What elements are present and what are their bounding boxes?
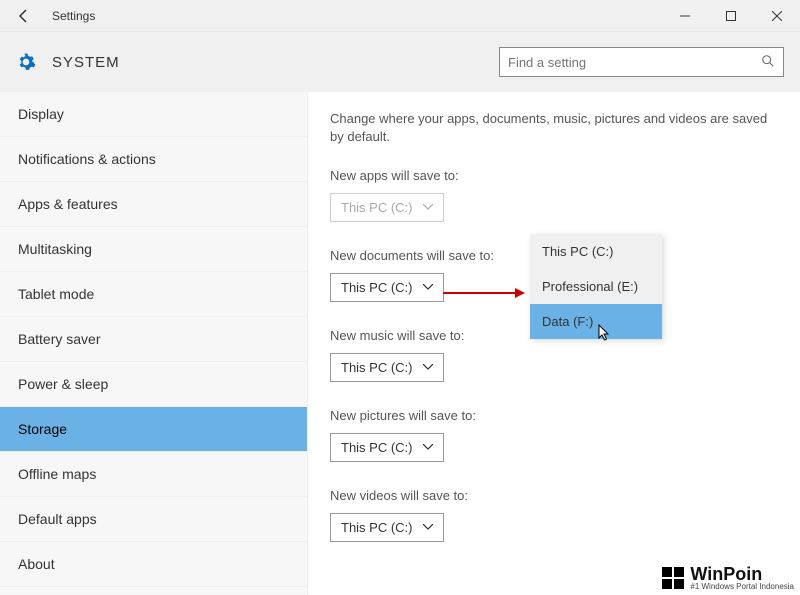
chevron-down-icon	[423, 202, 433, 213]
titlebar: Settings	[0, 0, 800, 32]
drive-dropdown[interactable]: This PC (C:)	[330, 433, 444, 462]
dropdown-value: This PC (C:)	[341, 280, 413, 295]
chevron-down-icon	[423, 282, 433, 293]
popup-option[interactable]: This PC (C:)	[530, 234, 662, 269]
sidebar-item-battery-saver[interactable]: Battery saver	[0, 317, 307, 362]
sidebar-item-display[interactable]: Display	[0, 92, 307, 137]
sidebar-item-storage[interactable]: Storage	[0, 407, 307, 452]
watermark: WinPoin #1 Windows Portal Indonesia	[662, 565, 794, 591]
sidebar-item-notifications-actions[interactable]: Notifications & actions	[0, 137, 307, 182]
sidebar-item-apps-features[interactable]: Apps & features	[0, 182, 307, 227]
chevron-down-icon	[423, 442, 433, 453]
annotation-arrow-icon	[443, 286, 525, 300]
watermark-title: WinPoin	[690, 565, 794, 583]
search-input[interactable]	[508, 55, 761, 70]
description-text: Change where your apps, documents, music…	[330, 110, 778, 146]
dropdown-value: This PC (C:)	[341, 520, 413, 535]
popup-option[interactable]: Data (F:)	[530, 304, 662, 339]
sidebar-item-tablet-mode[interactable]: Tablet mode	[0, 272, 307, 317]
sidebar-item-about[interactable]: About	[0, 542, 307, 587]
dropdown-value: This PC (C:)	[341, 440, 413, 455]
sidebar-item-default-apps[interactable]: Default apps	[0, 497, 307, 542]
drive-dropdown-popup: This PC (C:)Professional (E:)Data (F:)	[530, 234, 662, 339]
dropdown-value: This PC (C:)	[341, 200, 413, 215]
drive-dropdown[interactable]: This PC (C:)	[330, 513, 444, 542]
header: SYSTEM	[0, 32, 800, 92]
section-label: New videos will save to:	[330, 488, 778, 503]
close-button[interactable]	[754, 0, 800, 31]
search-icon	[761, 54, 775, 71]
chevron-down-icon	[423, 362, 433, 373]
gear-icon	[16, 52, 36, 72]
sidebar-item-multitasking[interactable]: Multitasking	[0, 227, 307, 272]
page-title: SYSTEM	[52, 54, 120, 71]
drive-dropdown[interactable]: This PC (C:)	[330, 273, 444, 302]
section-label: New pictures will save to:	[330, 408, 778, 423]
drive-dropdown: This PC (C:)	[330, 193, 444, 222]
drive-dropdown[interactable]: This PC (C:)	[330, 353, 444, 382]
popup-option[interactable]: Professional (E:)	[530, 269, 662, 304]
sidebar-item-power-sleep[interactable]: Power & sleep	[0, 362, 307, 407]
main-pane: Change where your apps, documents, music…	[308, 92, 800, 595]
back-button[interactable]	[0, 0, 48, 31]
maximize-button[interactable]	[708, 0, 754, 31]
section-label: New apps will save to:	[330, 168, 778, 183]
dropdown-value: This PC (C:)	[341, 360, 413, 375]
window-title: Settings	[48, 9, 95, 23]
sidebar: DisplayNotifications & actionsApps & fea…	[0, 92, 308, 595]
search-box[interactable]	[499, 47, 784, 77]
minimize-button[interactable]	[662, 0, 708, 31]
watermark-subtitle: #1 Windows Portal Indonesia	[690, 583, 794, 591]
watermark-logo-icon	[662, 567, 684, 589]
sidebar-item-offline-maps[interactable]: Offline maps	[0, 452, 307, 497]
chevron-down-icon	[423, 522, 433, 533]
